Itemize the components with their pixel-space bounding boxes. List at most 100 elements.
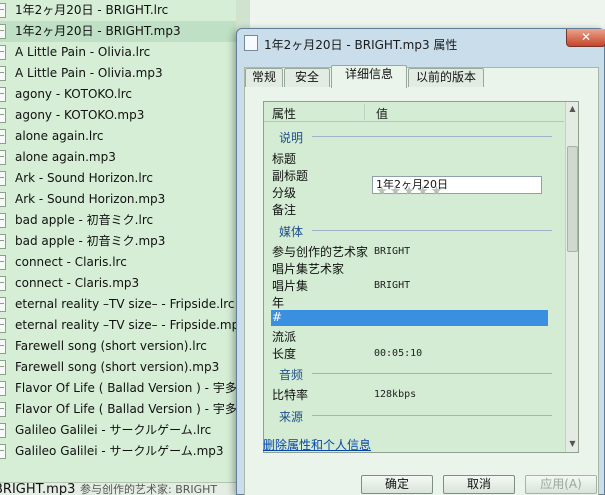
file-name: Farewell song (short version).mp3 <box>15 360 220 374</box>
prop-track-label: # <box>272 310 283 324</box>
file-name: Ark - Sound Horizon.lrc <box>15 171 153 185</box>
file-name: eternal reality –TV size– - Fripside.lrc <box>15 297 235 311</box>
file-icon <box>0 45 6 60</box>
section-divider <box>312 136 552 137</box>
scroll-down-arrow-icon[interactable]: ▼ <box>567 438 578 450</box>
file-name: A Little Pain - Olivia.lrc <box>15 45 151 59</box>
file-list-item[interactable]: Galileo Galilei - サークルゲーム.lrc <box>0 420 250 441</box>
title-bar[interactable]: 1年2ヶ月20日 - BRIGHT.mp3 属性 ✕ <box>237 29 605 57</box>
status-filename: BRIGHT.mp3 <box>0 482 76 495</box>
file-name: Galileo Galilei - サークルゲーム.lrc <box>15 423 212 437</box>
file-list-item[interactable]: Farewell song (short version).mp3 <box>0 357 250 378</box>
properties-scrollbar[interactable]: ▲ ▼ <box>565 102 578 452</box>
prop-subtitle-label: 副标题 <box>272 169 309 183</box>
file-list-item[interactable]: bad apple - 初音ミク.lrc <box>0 210 250 231</box>
dialog-title: 1年2ヶ月20日 - BRIGHT.mp3 属性 <box>264 38 458 52</box>
file-list-item[interactable]: 1年2ヶ月20日 - BRIGHT.mp3 <box>0 21 250 42</box>
column-divider[interactable] <box>364 104 365 120</box>
file-icon <box>0 339 6 354</box>
file-icon <box>0 381 6 396</box>
file-name: alone again.mp3 <box>15 150 116 164</box>
properties-list[interactable]: 属性 值 说明 标题 1年2ヶ月20日 副标题 分级 ★★★★★ 备注 媒体 参… <box>263 101 579 453</box>
prop-contributing-artist-value[interactable]: BRIGHT <box>374 246 410 257</box>
file-list-item[interactable]: Farewell song (short version).lrc <box>0 336 250 357</box>
file-name: A Little Pain - Olivia.mp3 <box>15 66 163 80</box>
file-list-item[interactable]: connect - Claris.mp3 <box>0 273 250 294</box>
section-divider <box>312 373 552 374</box>
cancel-button[interactable]: 取消 <box>443 475 515 494</box>
file-list-item[interactable]: A Little Pain - Olivia.lrc <box>0 42 250 63</box>
prop-rating-label: 分级 <box>272 186 297 200</box>
section-divider <box>312 230 552 231</box>
section-description: 说明 <box>279 131 304 145</box>
rating-stars[interactable]: ★★★★★ <box>376 184 444 199</box>
file-icon <box>0 171 6 186</box>
prop-comment-label: 备注 <box>272 203 297 217</box>
file-name: bad apple - 初音ミク.mp3 <box>15 234 166 248</box>
file-list[interactable]: 1年2ヶ月20日 - BRIGHT.lrc 1年2ヶ月20日 - BRIGHT.m… <box>0 0 250 482</box>
column-header: 属性 值 <box>264 102 564 122</box>
file-name: alone again.lrc <box>15 129 104 143</box>
ok-button[interactable]: 确定 <box>361 475 433 494</box>
file-name: connect - Claris.mp3 <box>15 276 140 290</box>
file-list-item[interactable]: alone again.mp3 <box>0 147 250 168</box>
file-icon <box>0 402 6 417</box>
tab-previous-versions[interactable]: 以前的版本 <box>408 68 484 87</box>
tab-general[interactable]: 常规 <box>245 68 283 87</box>
prop-genre-label: 流派 <box>272 330 297 344</box>
prop-year-label: 年 <box>272 296 285 310</box>
file-icon <box>0 150 6 165</box>
file-list-item[interactable]: Ark - Sound Horizon.lrc <box>0 168 250 189</box>
prop-length-label: 长度 <box>272 347 297 361</box>
file-icon <box>0 255 6 270</box>
file-list-item[interactable]: eternal reality –TV size– - Fripside.mp3 <box>0 315 250 336</box>
scroll-up-arrow-icon[interactable]: ▲ <box>567 103 578 115</box>
file-icon <box>0 87 6 102</box>
apply-button[interactable]: 应用(A) <box>525 475 597 494</box>
file-icon <box>0 213 6 228</box>
close-button[interactable]: ✕ <box>566 29 605 47</box>
file-list-item[interactable]: Flavor Of Life ( Ballad Version ) - 宇多田ヒ… <box>0 378 250 399</box>
file-name: Ark - Sound Horizon.mp3 <box>15 192 166 206</box>
file-name: Farewell song (short version).lrc <box>15 339 207 353</box>
file-icon <box>0 318 6 333</box>
file-list-item[interactable]: agony - KOTOKO.mp3 <box>0 105 250 126</box>
prop-album-value[interactable]: BRIGHT <box>374 280 410 291</box>
remove-properties-link[interactable]: 删除属性和个人信息 <box>263 436 371 453</box>
prop-title-label: 标题 <box>272 152 297 166</box>
scroll-thumb[interactable] <box>567 146 578 252</box>
file-list-item[interactable]: Ark - Sound Horizon.mp3 <box>0 189 250 210</box>
file-list-item[interactable]: eternal reality –TV size– - Fripside.lrc <box>0 294 250 315</box>
file-name: agony - KOTOKO.mp3 <box>15 108 145 122</box>
file-icon <box>0 423 6 438</box>
prop-contributing-artist-label: 参与创作的艺术家 <box>272 245 369 259</box>
prop-album-label: 唱片集 <box>272 279 309 293</box>
file-list-item[interactable]: agony - KOTOKO.lrc <box>0 84 250 105</box>
file-list-item[interactable]: A Little Pain - Olivia.mp3 <box>0 63 250 84</box>
file-list-item[interactable]: Flavor Of Life ( Ballad Version ) - 宇多田ヒ… <box>0 399 250 420</box>
file-icon <box>0 297 6 312</box>
section-divider <box>312 415 552 416</box>
column-header-property[interactable]: 属性 <box>272 105 296 122</box>
prop-bitrate-label: 比特率 <box>272 388 309 402</box>
file-icon <box>0 360 6 375</box>
tab-details[interactable]: 详细信息 <box>331 65 407 88</box>
file-icon <box>0 192 6 207</box>
prop-track-row-selected[interactable]: # <box>271 310 548 326</box>
column-header-value[interactable]: 值 <box>376 105 388 122</box>
prop-length-value: 00:05:10 <box>374 348 423 359</box>
file-icon <box>0 276 6 291</box>
properties-dialog: 1年2ヶ月20日 - BRIGHT.mp3 属性 ✕ 常规 安全 详细信息 以前… <box>236 28 605 495</box>
file-list-item[interactable]: Galileo Galilei - サークルゲーム.mp3 <box>0 441 250 462</box>
file-icon <box>244 35 258 51</box>
file-list-item[interactable]: connect - Claris.lrc <box>0 252 250 273</box>
file-name: eternal reality –TV size– - Fripside.mp3 <box>15 318 247 332</box>
tab-security[interactable]: 安全 <box>284 68 330 87</box>
section-audio: 音频 <box>279 368 304 382</box>
prop-album-artist-label: 唱片集艺术家 <box>272 262 345 276</box>
file-icon <box>0 444 6 459</box>
file-list-item[interactable]: 1年2ヶ月20日 - BRIGHT.lrc <box>0 0 250 21</box>
status-artist: 参与创作的艺术家: BRIGHT <box>80 483 218 495</box>
file-list-item[interactable]: alone again.lrc <box>0 126 250 147</box>
file-list-item[interactable]: bad apple - 初音ミク.mp3 <box>0 231 250 252</box>
